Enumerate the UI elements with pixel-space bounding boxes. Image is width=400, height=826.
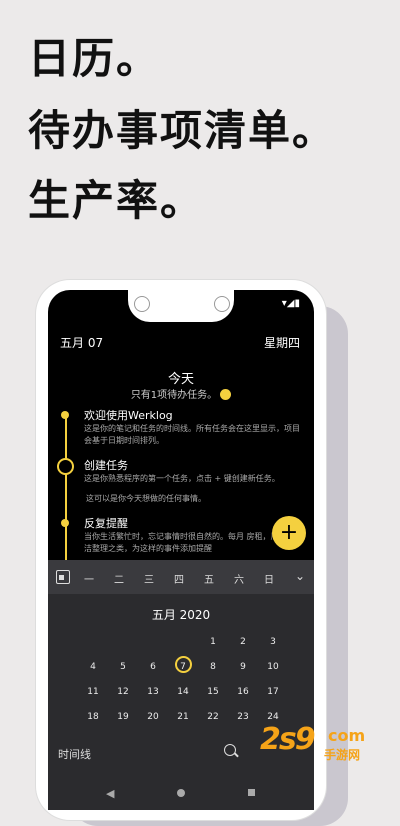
weekday-label: 四: [174, 575, 184, 586]
today-subtitle-text: 只有1项待办任务。: [130, 390, 218, 401]
task-title[interactable]: 创建任务: [84, 457, 128, 473]
header-weekday: 星期四: [263, 336, 300, 350]
calendar-day-selected[interactable]: 7: [168, 656, 198, 684]
task-body: 这是你熟悉程序的第一个任务，点击 + 键创建新任务。: [84, 474, 280, 483]
calendar-day[interactable]: 14: [168, 684, 198, 709]
header-date: 五月 07: [60, 336, 104, 350]
calendar-day[interactable]: 17: [258, 684, 288, 709]
calendar-icon[interactable]: [56, 570, 70, 584]
status-icons: ▾◢▮: [281, 298, 300, 309]
add-task-button[interactable]: +: [272, 516, 306, 550]
today-title: 今天: [167, 372, 194, 387]
speaker-icon: [134, 296, 150, 312]
camera-icon: [214, 296, 230, 312]
calendar-day[interactable]: 5: [108, 659, 138, 684]
headline-todo: 待办事项清单。: [28, 106, 337, 155]
calendar-day[interactable]: 15: [198, 684, 228, 709]
weekday-label: 五: [204, 575, 214, 586]
calendar-day[interactable]: 21: [168, 709, 198, 734]
recent-apps-icon[interactable]: [248, 789, 255, 796]
timeline-dot-current: [57, 458, 74, 475]
timeline-dot: [61, 519, 69, 527]
calendar-week-row: 1 2 3: [78, 634, 314, 659]
calendar-day[interactable]: 22: [198, 709, 228, 734]
back-icon[interactable]: ◀: [106, 787, 114, 800]
calendar-day[interactable]: 19: [108, 709, 138, 734]
android-nav-bar: ◀: [48, 778, 314, 810]
weekday-label: 一: [84, 575, 94, 586]
headline-productivity: 生产率。: [28, 176, 205, 225]
chevron-down-icon[interactable]: ⌄: [295, 569, 305, 583]
calendar-day[interactable]: 12: [108, 684, 138, 709]
calendar-day[interactable]: 20: [138, 709, 168, 734]
calendar-day[interactable]: 18: [78, 709, 108, 734]
task-title[interactable]: 欢迎使用Werklog: [84, 407, 173, 423]
watermark-logo: 2s9 com 手游网: [252, 722, 392, 770]
calendar-day[interactable]: 1: [198, 634, 228, 659]
month-title: 五月 2020: [151, 608, 211, 622]
watermark-com: com: [328, 726, 366, 745]
calendar-day[interactable]: 8: [198, 659, 228, 684]
home-icon[interactable]: [177, 789, 185, 797]
calendar-week-row: 11 12 13 14 15 16 17: [78, 684, 314, 709]
watermark-main: 2s9: [260, 722, 316, 757]
timeline-line: [65, 414, 67, 562]
calendar-day[interactable]: 6: [138, 659, 168, 684]
notch: [128, 290, 234, 322]
weekday-label: 日: [264, 575, 274, 586]
task-body: 这是你的笔记和任务的时间线。所有任务会在这里显示，项目会基于日期时间排列。: [84, 424, 300, 445]
calendar-day[interactable]: 16: [228, 684, 258, 709]
weekday-label: 六: [234, 575, 244, 586]
calendar-day[interactable]: 11: [78, 684, 108, 709]
calendar-day[interactable]: [78, 634, 108, 659]
calendar-day[interactable]: 2: [228, 634, 258, 659]
task-title[interactable]: 反复提醒: [84, 515, 128, 531]
search-icon[interactable]: [224, 744, 236, 756]
calendar-day[interactable]: [108, 634, 138, 659]
task-note: 这可以是你今天想做的任何事情。: [86, 494, 206, 503]
weekday-label: 二: [114, 575, 124, 586]
headline-calendar: 日历。: [28, 34, 161, 83]
weekday-label: 三: [144, 575, 154, 586]
calendar-day[interactable]: [138, 634, 168, 659]
weekday-bar: 一 二 三 四 五 六 日 ⌄: [48, 560, 314, 594]
today-subtitle: 只有1项待办任务。: [48, 386, 314, 401]
smile-emoji-icon: [220, 389, 232, 400]
calendar-day[interactable]: 9: [228, 659, 258, 684]
calendar-day[interactable]: 3: [258, 634, 288, 659]
calendar-day[interactable]: 4: [78, 659, 108, 684]
calendar-grid: 1 2 3 4 5 6 7 8 9 10 11 12 13 14 15 16 1…: [78, 634, 314, 734]
timeline-dot: [61, 411, 69, 419]
calendar-week-row: 4 5 6 7 8 9 10: [78, 656, 314, 684]
watermark-sub: 手游网: [324, 748, 361, 762]
calendar-day[interactable]: 10: [258, 659, 288, 684]
calendar-day[interactable]: 13: [138, 684, 168, 709]
task-body: 当你生活繁忙时，忘记事情时很自然的。每月 房租，周末做清洁整理之类，为这样的事件…: [84, 532, 303, 553]
timeline-label[interactable]: 时间线: [58, 746, 91, 762]
calendar-panel: 一 二 三 四 五 六 日 ⌄ 五月 2020 1 2 3 4 5 6 7 8 …: [48, 560, 314, 810]
